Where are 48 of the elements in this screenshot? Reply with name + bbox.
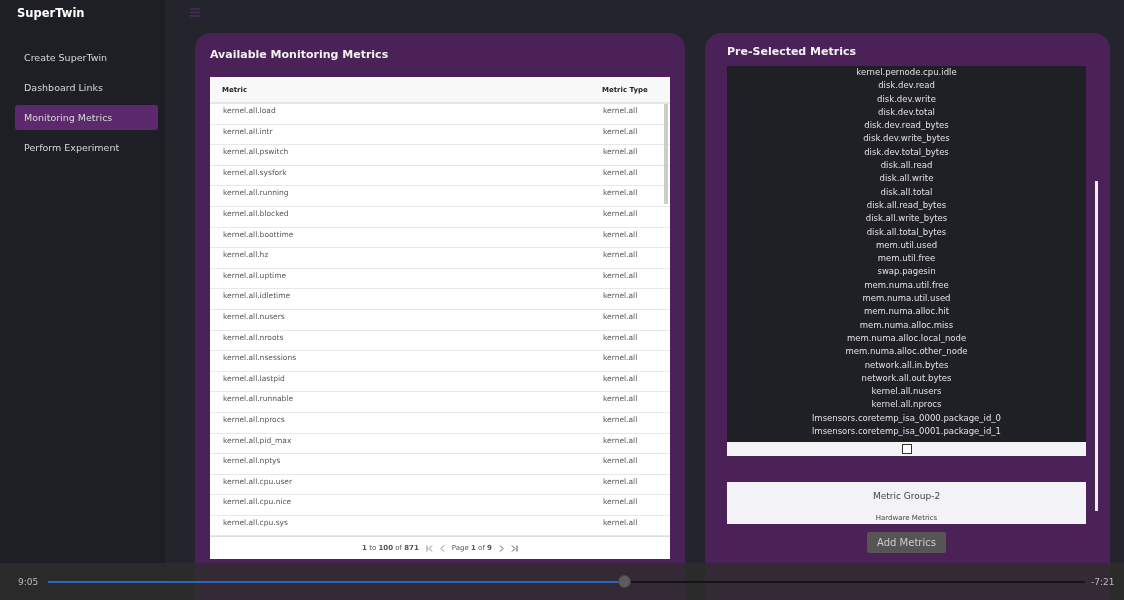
metric-item: mem.numa.util.free — [863, 278, 950, 292]
metric-item: disk.all.write — [878, 172, 935, 186]
metric-item: kernel.all.nusers — [870, 385, 943, 399]
metric-item: disk.all.read_bytes — [865, 198, 948, 212]
metric-item: disk.all.total_bytes — [865, 225, 948, 239]
previous-page-icon[interactable] — [439, 544, 445, 552]
metric-item: lmsensors.coretemp_isa_0000.package_id_0 — [811, 411, 1002, 425]
metric-item: disk.dev.total — [877, 105, 936, 119]
scrollbar[interactable] — [664, 104, 668, 204]
elapsed-time: 9:05 — [17, 576, 40, 587]
metric-item: disk.all.write_bytes — [864, 212, 949, 226]
metric-item: network.all.out.bytes — [860, 371, 953, 385]
seek-handle[interactable] — [617, 575, 631, 588]
metric-item: mem.numa.util.used — [861, 292, 952, 306]
add-metrics-button[interactable]: Add Metrics — [867, 532, 946, 553]
metric-item: disk.dev.total_bytes — [863, 145, 950, 159]
metric-item: mem.util.used — [874, 238, 939, 252]
metric-item: mem.util.free — [876, 252, 937, 266]
metric-item: disk.all.read — [879, 159, 934, 173]
scrollbar[interactable] — [1095, 181, 1098, 511]
remaining-time: -7:21 — [1090, 576, 1116, 587]
checkbox[interactable] — [901, 444, 912, 454]
metric-item: disk.dev.read — [877, 79, 936, 93]
metric-item: network.all.in.bytes — [863, 358, 950, 372]
sidebar-item[interactable]: Perform Experiment — [15, 135, 158, 160]
sidebar-item[interactable]: Monitoring Metrics — [15, 105, 158, 130]
sidebar-item[interactable]: Dashboard Links — [15, 75, 158, 100]
metric-item: swap.pagesin — [876, 265, 937, 279]
metric-item: kernel.pernode.cpu.idle — [855, 66, 958, 79]
metric-item: mem.numa.alloc.local_node — [845, 331, 968, 345]
group-title: Metric Group-2 — [871, 490, 942, 503]
sidebar-item[interactable]: Create SuperTwin — [15, 45, 158, 70]
app-title: SuperTwin — [16, 5, 86, 22]
metric-item: disk.dev.write_bytes — [862, 132, 951, 146]
menu-icon[interactable] — [190, 8, 200, 17]
metric-item: mem.numa.alloc.miss — [858, 318, 955, 332]
metric-item: disk.dev.write — [876, 92, 937, 106]
metric-item: kernel.all.nprocs — [870, 398, 943, 412]
last-page-icon[interactable] — [510, 544, 518, 552]
first-page-icon[interactable] — [425, 544, 433, 552]
metric-item: disk.all.total — [879, 185, 934, 199]
next-page-icon[interactable] — [498, 544, 504, 552]
metric-item: lmsensors.coretemp_isa_0001.package_id_1 — [811, 425, 1002, 438]
metric-item: mem.numa.alloc.other_node — [844, 345, 969, 359]
metric-item: mem.numa.alloc.hit — [862, 305, 950, 319]
metric-item: disk.dev.read_bytes — [863, 119, 950, 133]
card-title: Available Monitoring Metrics — [210, 48, 390, 63]
card-title: Pre-Selected Metrics — [727, 45, 857, 60]
